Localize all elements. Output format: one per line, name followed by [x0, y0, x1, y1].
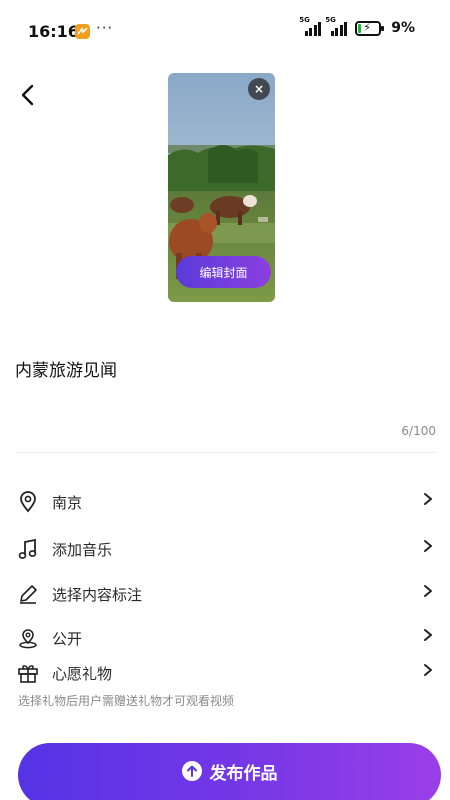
- publish-label: 发布作品: [209, 763, 278, 784]
- content-tag-row[interactable]: 选择内容标注: [15, 576, 436, 612]
- edit-cover-button[interactable]: 编辑封面: [176, 256, 271, 288]
- signal-icon: 5G: [299, 16, 322, 36]
- wish-gift-label: 心愿礼物: [52, 664, 113, 683]
- publish-button[interactable]: 发布作品: [18, 743, 441, 800]
- battery-percent: 9%: [391, 20, 415, 36]
- status-indicators: 5G 5G ⚡ 9%: [299, 16, 415, 36]
- app-notification-icon: [75, 24, 90, 39]
- add-music-row[interactable]: 添加音乐: [15, 531, 436, 567]
- location-pin-icon: [17, 491, 39, 513]
- privacy-row[interactable]: 公开: [15, 620, 436, 656]
- divider: [15, 452, 436, 453]
- signal-icon: 5G: [325, 16, 348, 36]
- chevron-right-icon: [424, 540, 432, 552]
- privacy-label: 公开: [52, 629, 83, 648]
- wish-gift-row[interactable]: 心愿礼物: [15, 655, 436, 691]
- content-tag-label: 选择内容标注: [52, 585, 143, 604]
- gift-hint-text: 选择礼物后用户需赠送礼物才可观看视频: [18, 694, 235, 708]
- chevron-right-icon: [424, 585, 432, 597]
- public-visibility-icon: [17, 627, 39, 649]
- upload-arrow-icon: [181, 761, 202, 781]
- chevron-right-icon: [424, 664, 432, 676]
- add-music-label: 添加音乐: [52, 540, 113, 559]
- more-notifications-icon: ···: [96, 19, 114, 37]
- music-note-icon: [17, 538, 39, 560]
- close-icon: ×: [253, 82, 265, 96]
- back-button[interactable]: [16, 82, 42, 108]
- status-bar: 16:16 ··· 5G 5G ⚡ 9%: [0, 0, 450, 56]
- battery-icon: ⚡: [355, 21, 385, 36]
- post-title-input[interactable]: 内蒙旅游见闻: [15, 356, 117, 381]
- location-label: 南京: [52, 493, 83, 512]
- location-row[interactable]: 南京: [15, 484, 436, 520]
- gift-icon: [17, 662, 39, 684]
- chevron-right-icon: [424, 493, 432, 505]
- remove-cover-button[interactable]: ×: [248, 78, 270, 100]
- pencil-icon: [17, 583, 39, 605]
- chevron-left-icon: [21, 84, 34, 106]
- char-count: 6/100: [401, 424, 436, 438]
- chevron-right-icon: [424, 629, 432, 641]
- status-time: 16:16: [28, 22, 79, 41]
